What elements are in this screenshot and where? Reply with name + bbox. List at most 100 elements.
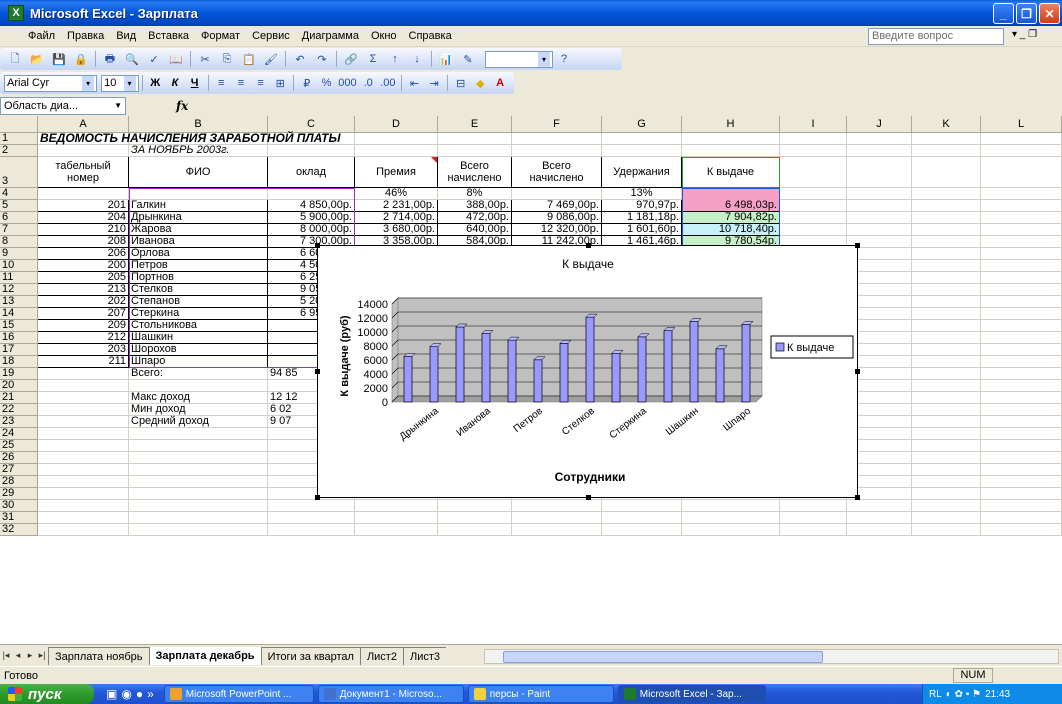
grid-cell[interactable] [355,512,438,524]
task-excel[interactable]: Microsoft Excel - Зар... [617,685,766,703]
grid-cell[interactable] [981,416,1062,428]
stat-label[interactable]: Средний доход [129,415,268,428]
tab-sheet-december[interactable]: Зарплата декабрь [148,646,261,665]
resize-handle[interactable] [855,369,860,374]
sort-desc-icon[interactable]: ↓ [408,51,426,67]
grid-cell[interactable] [847,200,912,212]
table-cell[interactable]: 211 [38,355,129,368]
grid-cell[interactable] [780,500,847,512]
grid-cell[interactable] [981,452,1062,464]
grid-cell[interactable] [981,296,1062,308]
prev-sheet-icon[interactable]: ◂ [12,650,24,661]
grid-cell[interactable] [355,524,438,536]
row-header[interactable]: 3 [0,157,38,188]
chart-bar[interactable] [637,336,647,403]
grid-cell[interactable] [682,500,780,512]
permission-icon[interactable]: 🔒 [72,51,90,67]
percent-icon[interactable]: % [319,75,335,91]
grid-cell[interactable] [981,512,1062,524]
comment-indicator[interactable] [431,157,437,163]
chart-bar[interactable] [429,346,439,403]
grid-cell[interactable] [38,380,129,392]
chart-wizard-icon[interactable]: 📊 [437,51,455,67]
select-all-corner[interactable] [0,116,38,133]
grid-cell[interactable] [912,296,981,308]
paste-icon[interactable]: 📋 [240,51,258,67]
grid-cell[interactable] [912,368,981,380]
grid-cell[interactable] [912,416,981,428]
decrease-decimal-icon[interactable]: .00 [380,75,396,91]
grid-cell[interactable] [38,476,129,488]
row-header[interactable]: 32 [0,523,38,536]
total-label[interactable]: Всего: [129,367,268,380]
browser-icon[interactable]: ◉ [121,687,131,701]
sheet-title[interactable]: ВЕДОМОСТЬ НАЧИСЛЕНИЯ ЗАРАБОТНОЙ ПЛАТЫ [38,132,602,145]
grid-cell[interactable] [981,368,1062,380]
grid-cell[interactable] [981,260,1062,272]
font-size-select[interactable]: 10 ▾ [101,74,139,92]
grid-cell[interactable] [981,248,1062,260]
italic-button[interactable]: К [167,75,183,91]
grid-cell[interactable] [512,500,602,512]
cut-icon[interactable]: ✂ [196,51,214,67]
grid-cell[interactable] [912,476,981,488]
increase-decimal-icon[interactable]: .0 [360,75,376,91]
grid-cell[interactable] [912,308,981,320]
grid-cell[interactable] [38,404,129,416]
fill-color-icon[interactable]: ◆ [473,75,489,91]
grid-cell[interactable] [912,440,981,452]
resize-handle[interactable] [315,243,320,248]
grid-cell[interactable] [981,272,1062,284]
merge-center-icon[interactable]: ⊞ [272,75,288,91]
grid-cell[interactable] [912,133,981,145]
align-left-icon[interactable]: ≡ [213,75,229,91]
fx-icon[interactable]: fx [176,99,188,113]
grid-cell[interactable] [129,440,268,452]
grid-cell[interactable] [981,344,1062,356]
sheet-subtitle[interactable]: ЗА НОЯБРЬ 2003г. [129,144,268,157]
grid-cell[interactable] [981,284,1062,296]
bold-button[interactable]: Ж [147,75,163,91]
help-search-input[interactable]: Введите вопрос [868,28,1004,45]
column-title[interactable]: оклад [268,157,355,188]
grid-cell[interactable] [981,464,1062,476]
close-button[interactable]: ✕ [1039,3,1060,24]
grid-cell[interactable] [602,145,682,157]
grid-cell[interactable] [981,392,1062,404]
grid-cell[interactable] [38,145,129,157]
grid-cell[interactable] [780,224,847,236]
grid-cell[interactable] [38,500,129,512]
grid-cell[interactable] [981,236,1062,248]
grid-cell[interactable] [602,133,682,145]
plot-area[interactable] [397,297,763,397]
print-icon[interactable]: 🖶 [101,51,119,67]
menu-chart[interactable]: Диаграмма [296,30,365,42]
grid-cell[interactable] [780,212,847,224]
tab-sheet-2[interactable]: Лист2 [359,646,403,665]
scrollbar-thumb[interactable] [503,651,823,663]
grid-cell[interactable] [912,344,981,356]
grid-cell[interactable] [780,133,847,145]
grid-cell[interactable] [38,392,129,404]
menu-insert[interactable]: Вставка [142,30,195,42]
chart-bar[interactable] [455,326,465,403]
thousands-icon[interactable]: 000 [338,75,356,91]
grid-cell[interactable] [38,488,129,500]
chart-bar[interactable] [663,330,673,403]
menu-chevron-down-icon[interactable]: ▾ _ ❐ [1012,29,1037,40]
grid-cell[interactable] [38,512,129,524]
grid-cell[interactable] [780,524,847,536]
save-icon[interactable]: 💾 [50,51,68,67]
column-header[interactable]: J [847,116,912,133]
grid-cell[interactable] [268,512,355,524]
grid-cell[interactable] [780,200,847,212]
tray-icons[interactable]: ◐ ✿ ▪ ⚑ [946,689,981,700]
grid-cell[interactable] [847,157,912,188]
resize-handle[interactable] [586,495,591,500]
name-box[interactable]: Область диа... ▼ [0,96,126,115]
zoom-select[interactable]: ▾ [485,50,553,68]
grid-cell[interactable] [847,524,912,536]
grid-cell[interactable] [780,512,847,524]
grid-cell[interactable] [912,236,981,248]
grid-cell[interactable] [38,440,129,452]
